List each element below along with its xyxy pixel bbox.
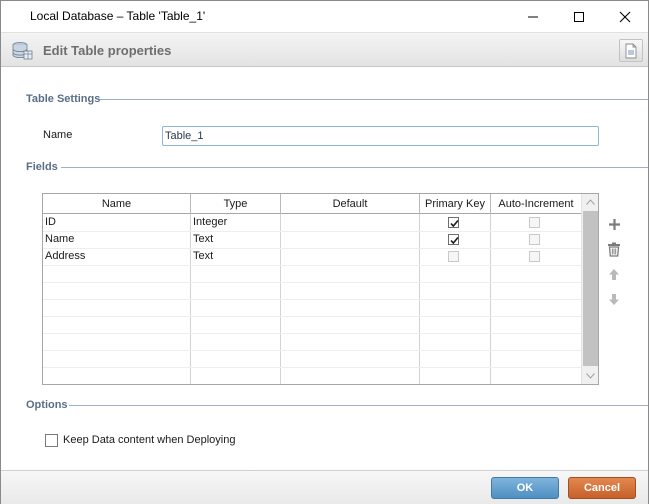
header-title: Edit Table properties [43, 43, 172, 58]
row-divider [43, 316, 581, 317]
table-row[interactable]: ID Integer [43, 214, 581, 231]
fields-grid[interactable]: Name Type Default Primary Key Auto-Incre… [42, 193, 599, 385]
window-title: Local Database – Table 'Table_1' [30, 9, 206, 23]
table-row[interactable]: Address Text [43, 248, 581, 265]
keep-data-checkbox[interactable] [45, 434, 58, 447]
move-up-button[interactable] [604, 264, 624, 284]
auto-increment-checkbox[interactable] [529, 234, 540, 245]
table-name-input[interactable] [162, 126, 599, 146]
row-divider [43, 265, 581, 266]
move-down-icon [609, 293, 619, 305]
grid-vertical-scrollbar[interactable] [581, 194, 598, 384]
section-divider [100, 99, 648, 100]
table-settings-section-label: Table Settings [26, 93, 101, 105]
auto-increment-checkbox[interactable] [529, 217, 540, 228]
field-name-cell[interactable]: Name [45, 231, 74, 248]
database-icon [11, 41, 33, 64]
options-section-label: Options [26, 399, 68, 411]
column-header-primary-key[interactable]: Primary Key [420, 194, 491, 214]
delete-icon [608, 242, 620, 257]
section-divider [69, 405, 648, 406]
field-type-cell[interactable]: Integer [193, 214, 227, 231]
move-up-icon [609, 268, 619, 280]
row-divider [43, 299, 581, 300]
primary-key-checkbox[interactable] [448, 217, 459, 228]
scroll-thumb[interactable] [583, 211, 598, 366]
grid-header: Name Type Default Primary Key Auto-Incre… [43, 194, 581, 214]
column-header-default[interactable]: Default [281, 194, 420, 214]
field-name-cell[interactable]: Address [45, 248, 85, 265]
keep-data-label[interactable]: Keep Data content when Deploying [63, 434, 235, 446]
move-down-button[interactable] [604, 289, 624, 309]
column-header-auto-increment[interactable]: Auto-Increment [491, 194, 581, 214]
section-divider [61, 167, 648, 168]
add-icon [608, 218, 620, 230]
row-divider [43, 350, 581, 351]
fields-section-label: Fields [26, 161, 58, 173]
dialog-window: Local Database – Table 'Table_1' Edit Ta… [0, 0, 649, 504]
table-name-label: Name [43, 129, 73, 141]
title-bar[interactable]: Local Database – Table 'Table_1' [1, 1, 648, 32]
auto-increment-checkbox[interactable] [529, 251, 540, 262]
maximize-icon [574, 11, 584, 22]
column-header-type[interactable]: Type [191, 194, 281, 214]
dialog-footer: OK Cancel [1, 470, 648, 504]
help-button[interactable] [619, 39, 643, 62]
field-type-cell[interactable]: Text [193, 248, 213, 265]
table-row[interactable]: Name Text [43, 231, 581, 248]
fields-grid-body: Name Type Default Primary Key Auto-Incre… [43, 194, 581, 384]
field-type-cell[interactable]: Text [193, 231, 213, 248]
row-divider [43, 282, 581, 283]
field-name-cell[interactable]: ID [45, 214, 56, 231]
ok-button[interactable]: OK [491, 477, 559, 499]
close-icon [619, 11, 631, 22]
primary-key-checkbox[interactable] [448, 251, 459, 262]
minimize-button[interactable] [510, 1, 556, 32]
row-divider [43, 384, 581, 385]
row-divider [43, 333, 581, 334]
minimize-icon [528, 16, 538, 17]
scroll-down-arrow-icon[interactable] [582, 368, 598, 384]
dialog-header: Edit Table properties [1, 32, 648, 67]
close-button[interactable] [602, 1, 648, 32]
scroll-up-arrow-icon[interactable] [582, 194, 598, 210]
cancel-button[interactable]: Cancel [568, 477, 636, 499]
column-header-name[interactable]: Name [43, 194, 191, 214]
row-divider [43, 367, 581, 368]
maximize-button[interactable] [556, 1, 602, 32]
delete-field-button[interactable] [604, 239, 624, 259]
primary-key-checkbox[interactable] [448, 234, 459, 245]
document-icon [625, 43, 637, 58]
add-field-button[interactable] [604, 214, 624, 234]
